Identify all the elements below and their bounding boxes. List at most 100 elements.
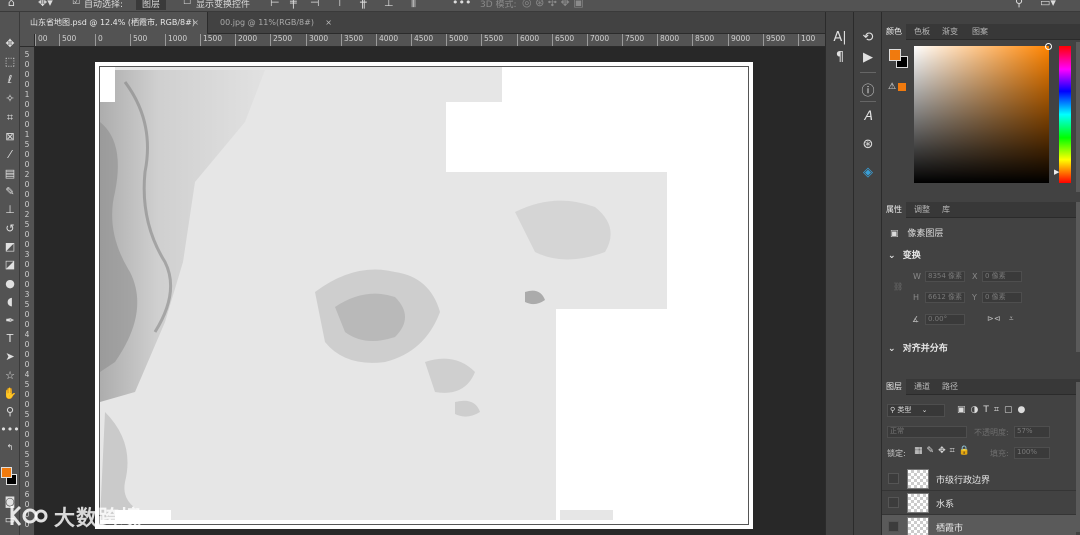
auto-select-checkbox[interactable]: ☑ bbox=[72, 0, 80, 7]
layer-row[interactable]: 水系 bbox=[882, 491, 1076, 515]
lock-pixels-icon[interactable]: ✎ bbox=[927, 446, 939, 456]
align-left-icon[interactable]: ⊢ bbox=[270, 0, 280, 9]
opacity-field[interactable]: 57% bbox=[1014, 426, 1050, 438]
layer-row[interactable]: 市级行政边界 bbox=[882, 467, 1076, 491]
frame-tool-icon[interactable]: ⊠ bbox=[0, 129, 20, 145]
shape-tool-icon[interactable]: ☆ bbox=[0, 368, 20, 384]
layer-row-selected[interactable]: 栖霞市 bbox=[882, 515, 1076, 535]
blur-tool-icon[interactable]: ● bbox=[0, 276, 20, 292]
angle-field[interactable]: 0.00° bbox=[925, 314, 965, 325]
y-field[interactable]: 0 像素 bbox=[982, 292, 1022, 303]
vertical-ruler[interactable]: 5000100015002000250030003500400045005000… bbox=[20, 47, 35, 535]
workspace-icon[interactable]: ▭▾ bbox=[1040, 0, 1056, 9]
width-field[interactable]: 8354 像素 bbox=[925, 271, 965, 282]
paragraph-panel-icon[interactable]: ¶ bbox=[826, 50, 854, 65]
tab-properties[interactable]: 属性 bbox=[882, 202, 906, 218]
more-tools-icon[interactable]: ••• bbox=[0, 422, 20, 438]
search-icon[interactable]: ⚲ bbox=[1015, 0, 1023, 9]
foreground-color-swatch[interactable] bbox=[889, 49, 901, 61]
x-field[interactable]: 0 像素 bbox=[982, 271, 1022, 282]
tab-paths[interactable]: 路径 bbox=[938, 379, 962, 395]
tab-shandong-map[interactable]: 山东省地图.psd @ 12.4% (栖霞市, RGB/8#) × bbox=[20, 12, 208, 34]
character-panel-icon[interactable]: A| bbox=[826, 30, 854, 45]
type-tool-icon[interactable]: T bbox=[0, 331, 20, 347]
document-canvas[interactable] bbox=[95, 62, 753, 529]
filter-smart-object-icon[interactable]: ▢ bbox=[1004, 405, 1018, 415]
align-center-icon[interactable]: ╪ bbox=[290, 0, 297, 9]
tab-libraries[interactable]: 库 bbox=[938, 202, 954, 218]
lock-icons[interactable]: ▦✎✥⌗🔒 bbox=[914, 446, 974, 456]
zoom-tool-icon[interactable]: ⚲ bbox=[0, 404, 20, 420]
color-panel-scrollbar[interactable] bbox=[1076, 42, 1080, 192]
align-right-icon[interactable]: ⊣ bbox=[310, 0, 320, 9]
transform-section[interactable]: ⌄ 变换 bbox=[888, 248, 921, 261]
transform-controls-checkbox[interactable]: ☐ bbox=[183, 0, 191, 7]
pen-tool-icon[interactable]: ✒ bbox=[0, 313, 20, 329]
chevron-down-icon[interactable]: ⌄ bbox=[888, 251, 896, 261]
tab-swatches[interactable]: 色板 bbox=[910, 24, 934, 40]
crop-tool-icon[interactable]: ⌗ bbox=[0, 110, 20, 126]
healing-brush-icon[interactable]: ▤ bbox=[0, 166, 20, 182]
hue-slider-arrow-icon[interactable]: ▶ bbox=[1054, 168, 1059, 176]
auto-select-dropdown[interactable]: 图层 bbox=[136, 0, 167, 10]
color-picker-cursor[interactable] bbox=[1045, 43, 1052, 50]
close-icon[interactable]: × bbox=[192, 12, 199, 34]
tab-gradients[interactable]: 渐变 bbox=[938, 24, 962, 40]
clone-stamp-icon[interactable]: ⊥ bbox=[0, 202, 20, 218]
learn-panel-icon[interactable]: ⊛ bbox=[854, 137, 882, 152]
horizontal-ruler[interactable]: 00 500 0 500 1000 1500 2000 2500 3000 35… bbox=[35, 34, 825, 47]
blend-mode-dropdown[interactable]: 正常 bbox=[887, 426, 967, 438]
layer-visibility-toggle[interactable] bbox=[888, 521, 899, 532]
filter-shape-icon[interactable]: ⌗ bbox=[994, 405, 1004, 415]
flip-horizontal-icon[interactable]: ⊳⊲ bbox=[987, 314, 1000, 323]
canvas-area[interactable] bbox=[35, 47, 825, 535]
align-middle-icon[interactable]: ╫ bbox=[360, 0, 367, 9]
align-distribute-section[interactable]: ⌄ 对齐并分布 bbox=[888, 341, 948, 354]
plugin-panel-icon[interactable]: ◈ bbox=[854, 165, 882, 180]
fill-field[interactable]: 100% bbox=[1014, 447, 1050, 459]
color-swatches[interactable] bbox=[0, 464, 20, 490]
tab-patterns[interactable]: 图案 bbox=[968, 24, 992, 40]
gamut-swatch[interactable] bbox=[898, 82, 907, 91]
layers-scrollbar[interactable] bbox=[1076, 382, 1080, 532]
color-panel-swatches[interactable] bbox=[888, 48, 910, 70]
magic-wand-icon[interactable]: ✧ bbox=[0, 91, 20, 107]
hand-tool-icon[interactable]: ✋ bbox=[0, 386, 20, 402]
marquee-tool-icon[interactable]: ⬚ bbox=[0, 54, 20, 70]
distribute-icon[interactable]: ⫼ bbox=[411, 0, 416, 10]
eyedropper-icon[interactable]: ⁄ bbox=[0, 147, 20, 163]
lock-transparency-icon[interactable]: ▦ bbox=[914, 446, 927, 456]
orbit-3d-icon[interactable]: ◎ ⊛ ✣ ✥ ▣ bbox=[522, 0, 584, 9]
info-panel-icon[interactable]: ⓘ bbox=[854, 80, 882, 99]
lasso-tool-icon[interactable]: ℓ bbox=[0, 72, 20, 88]
height-field[interactable]: 6612 像素 bbox=[925, 292, 965, 303]
swap-colors-icon[interactable]: ↰ bbox=[0, 440, 20, 456]
flip-vertical-icon[interactable]: ⩡ bbox=[1009, 314, 1014, 324]
tab-layers[interactable]: 图层 bbox=[882, 379, 906, 395]
filter-pixel-icon[interactable]: ▣ bbox=[957, 405, 971, 415]
filter-adjustment-icon[interactable]: ◑ bbox=[971, 405, 984, 415]
path-select-icon[interactable]: ➤ bbox=[0, 349, 20, 365]
tab-color[interactable]: 颜色 bbox=[882, 24, 906, 40]
color-field[interactable] bbox=[914, 43, 1052, 183]
dodge-tool-icon[interactable]: ◖ bbox=[0, 294, 20, 310]
lock-artboard-icon[interactable]: ⌗ bbox=[950, 446, 959, 456]
properties-scrollbar[interactable] bbox=[1076, 202, 1080, 352]
layer-filter-icons[interactable]: ▣◑T⌗▢● bbox=[957, 405, 1030, 415]
align-bottom-icon[interactable]: ⊥ bbox=[384, 0, 394, 9]
tab-channels[interactable]: 通道 bbox=[910, 379, 934, 395]
eraser-tool-icon[interactable]: ◩ bbox=[0, 239, 20, 255]
foreground-color-swatch[interactable] bbox=[1, 467, 12, 478]
tab-adjustments[interactable]: 调整 bbox=[910, 202, 934, 218]
glyphs-panel-icon[interactable]: 𝐴 bbox=[854, 109, 882, 124]
brush-tool-icon[interactable]: ✎ bbox=[0, 184, 20, 200]
history-panel-icon[interactable]: ⟲ bbox=[854, 30, 882, 45]
filter-type-icon[interactable]: T bbox=[983, 405, 994, 415]
align-top-icon[interactable]: ⊤ bbox=[335, 0, 345, 9]
layer-visibility-toggle[interactable] bbox=[888, 473, 899, 484]
move-tool-preset-icon[interactable]: ✥▾ bbox=[38, 0, 53, 9]
ruler-origin[interactable] bbox=[20, 34, 35, 47]
layer-visibility-toggle[interactable] bbox=[888, 497, 899, 508]
actions-panel-icon[interactable]: ▶ bbox=[854, 50, 882, 65]
chevron-down-icon[interactable]: ⌄ bbox=[888, 344, 896, 354]
